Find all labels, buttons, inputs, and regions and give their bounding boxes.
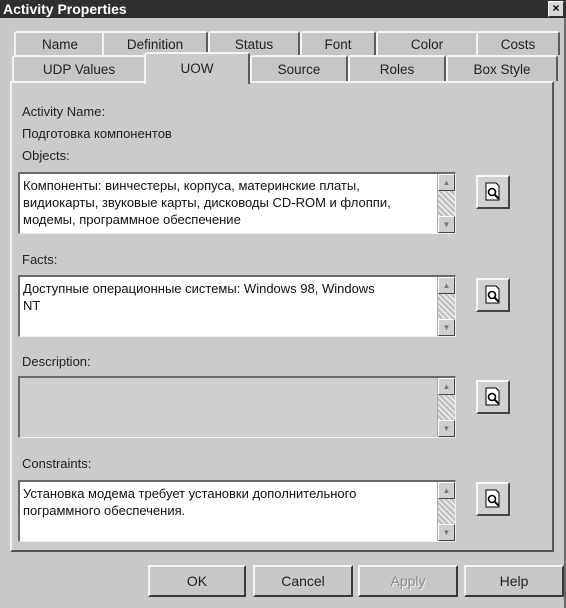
scroll-down-arrow-icon[interactable]: ▼ [438, 319, 455, 336]
activity-name-label: Activity Name: [22, 104, 106, 119]
facts-browse-button[interactable] [476, 278, 510, 312]
description-scrollbar[interactable]: ▲ ▼ [437, 378, 455, 437]
ok-button[interactable]: OK [148, 565, 246, 597]
constraints-browse-button[interactable] [476, 482, 510, 516]
description-textarea[interactable]: ▲ ▼ [18, 376, 456, 438]
facts-textarea[interactable]: Доступные операционные системы: Windows … [18, 275, 456, 337]
tab-uow[interactable]: UOW [144, 52, 250, 84]
constraints-text: Установка модема требует установки допол… [23, 486, 357, 518]
scroll-down-arrow-icon[interactable]: ▼ [438, 216, 455, 233]
magnifier-document-icon [485, 489, 500, 508]
objects-scrollbar[interactable]: ▲ ▼ [437, 174, 455, 233]
objects-textarea[interactable]: Компоненты: винчестеры, корпуса, материн… [18, 172, 456, 234]
help-button[interactable]: Help [464, 565, 564, 597]
tab-costs[interactable]: Costs [476, 31, 560, 55]
objects-text: Компоненты: винчестеры, корпуса, материн… [23, 178, 391, 227]
description-label: Description: [22, 354, 91, 369]
constraints-textarea[interactable]: Установка модема требует установки допол… [18, 480, 456, 542]
tab-font[interactable]: Font [300, 31, 376, 55]
tab-udp-values[interactable]: UDP Values [12, 55, 146, 81]
tab-source[interactable]: Source [250, 55, 348, 81]
tab-name[interactable]: Name [14, 31, 106, 55]
window-title: Activity Properties [3, 1, 127, 17]
activity-name-value: Подготовка компонентов [22, 126, 172, 141]
facts-scrollbar[interactable]: ▲ ▼ [437, 277, 455, 336]
tab-roles[interactable]: Roles [348, 55, 446, 81]
scroll-up-arrow-icon[interactable]: ▲ [438, 277, 455, 294]
objects-browse-button[interactable] [476, 175, 510, 209]
scroll-down-arrow-icon[interactable]: ▼ [438, 420, 455, 437]
tab-box-style[interactable]: Box Style [446, 55, 558, 81]
scroll-down-arrow-icon[interactable]: ▼ [438, 524, 455, 541]
magnifier-document-icon [485, 182, 500, 201]
scroll-up-arrow-icon[interactable]: ▲ [438, 482, 455, 499]
activity-properties-dialog: Activity Properties × Name Definition St… [0, 0, 566, 608]
title-bar: Activity Properties × [0, 0, 566, 18]
description-browse-button[interactable] [476, 380, 510, 414]
scroll-up-arrow-icon[interactable]: ▲ [438, 378, 455, 395]
magnifier-document-icon [485, 285, 500, 304]
scroll-up-arrow-icon[interactable]: ▲ [438, 174, 455, 191]
magnifier-document-icon [485, 387, 500, 406]
constraints-scrollbar[interactable]: ▲ ▼ [437, 482, 455, 541]
cancel-button[interactable]: Cancel [253, 565, 353, 597]
facts-label: Facts: [22, 252, 58, 267]
facts-text: Доступные операционные системы: Windows … [23, 281, 375, 313]
tab-color[interactable]: Color [376, 31, 478, 55]
apply-button[interactable]: Apply [358, 565, 458, 597]
constraints-label: Constraints: [22, 456, 92, 471]
objects-label: Objects: [22, 148, 70, 163]
close-icon[interactable]: × [548, 1, 564, 17]
